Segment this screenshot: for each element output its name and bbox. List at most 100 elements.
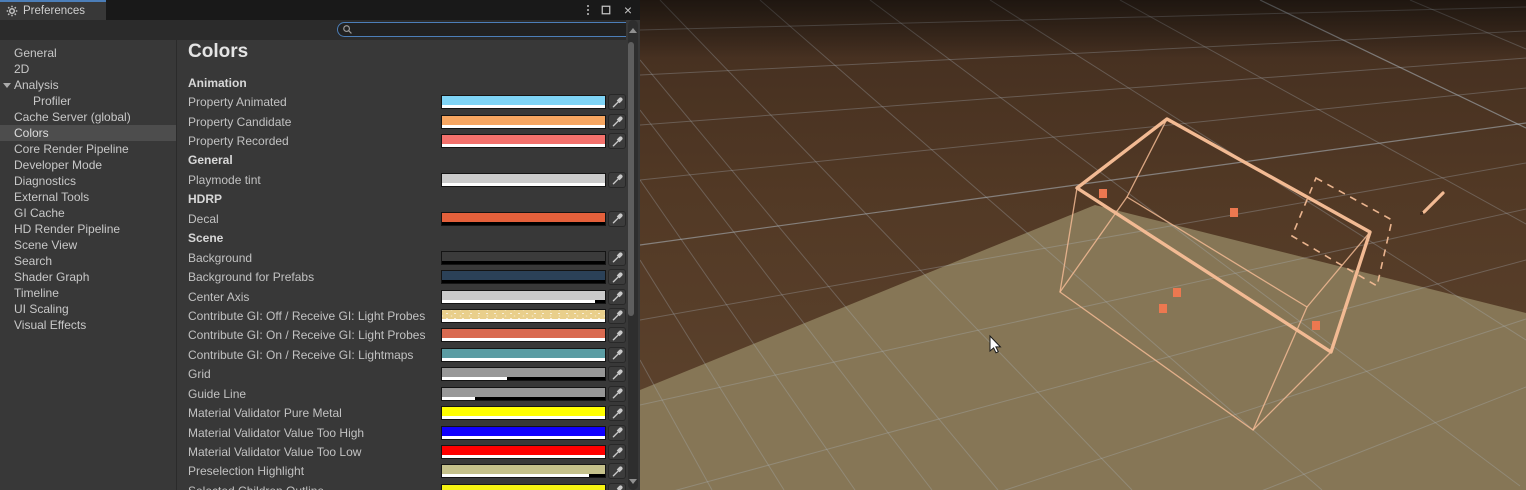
- color-label: Property Recorded: [188, 134, 441, 148]
- eyedropper-button[interactable]: [608, 94, 626, 110]
- color-swatch[interactable]: [441, 173, 606, 187]
- color-row: Property Animated: [177, 92, 626, 111]
- sidebar-item-label: HD Render Pipeline: [14, 222, 120, 236]
- expander-triangle-icon[interactable]: [3, 83, 11, 88]
- color-swatch[interactable]: [441, 270, 606, 284]
- color-row: Material Validator Value Too High: [177, 423, 626, 442]
- sidebar-item-hd-render-pipeline[interactable]: HD Render Pipeline: [0, 221, 176, 237]
- sidebar-item-label: General: [14, 46, 57, 60]
- preferences-window: Preferences × General2DAnalysisProfilerC…: [0, 0, 640, 490]
- eyedropper-button[interactable]: [608, 483, 626, 490]
- color-label: Background for Prefabs: [188, 270, 441, 284]
- eyedropper-icon: [611, 465, 624, 478]
- eyedropper-button[interactable]: [608, 366, 626, 382]
- eyedropper-button[interactable]: [608, 133, 626, 149]
- color-row: Material Validator Value Too Low: [177, 442, 626, 461]
- eyedropper-icon: [611, 407, 624, 420]
- color-swatch[interactable]: [441, 348, 606, 362]
- eyedropper-icon: [611, 484, 624, 490]
- sidebar-item-gi-cache[interactable]: GI Cache: [0, 205, 176, 221]
- eyedropper-icon: [611, 309, 624, 322]
- sidebar-item-label: Analysis: [14, 78, 59, 92]
- color-label: Center Axis: [188, 290, 441, 304]
- eyedropper-button[interactable]: [608, 269, 626, 285]
- eyedropper-icon: [611, 446, 624, 459]
- eyedropper-button[interactable]: [608, 327, 626, 343]
- sidebar-item-label: Colors: [14, 126, 49, 140]
- color-label: Material Validator Value Too Low: [188, 445, 441, 459]
- eyedropper-button[interactable]: [608, 463, 626, 479]
- eyedropper-button[interactable]: [608, 425, 626, 441]
- eyedropper-button[interactable]: [608, 386, 626, 402]
- color-swatch[interactable]: [441, 445, 606, 459]
- eyedropper-button[interactable]: [608, 308, 626, 324]
- color-row: Decal: [177, 209, 626, 228]
- sidebar-item-visual-effects[interactable]: Visual Effects: [0, 317, 176, 333]
- color-swatch[interactable]: [441, 290, 606, 304]
- sidebar-item-scene-view[interactable]: Scene View: [0, 237, 176, 253]
- color-swatch[interactable]: [441, 328, 606, 342]
- preferences-tab[interactable]: Preferences: [0, 0, 106, 20]
- color-swatch[interactable]: [441, 212, 606, 226]
- sidebar-item-label: 2D: [14, 62, 29, 76]
- color-row: Contribute GI: On / Receive GI: Lightmap…: [177, 345, 626, 364]
- search-field[interactable]: [337, 22, 637, 37]
- sidebar-item-developer-mode[interactable]: Developer Mode: [0, 157, 176, 173]
- sidebar-item-2d[interactable]: 2D: [0, 61, 176, 77]
- eyedropper-button[interactable]: [608, 444, 626, 460]
- eyedropper-button[interactable]: [608, 172, 626, 188]
- color-swatch[interactable]: [441, 251, 606, 265]
- sidebar-item-label: Shader Graph: [14, 270, 89, 284]
- color-swatch[interactable]: [441, 484, 606, 490]
- sidebar-item-profiler[interactable]: Profiler: [0, 93, 176, 109]
- eyedropper-button[interactable]: [608, 289, 626, 305]
- scrollbar-thumb[interactable]: [628, 42, 634, 316]
- window-menu-kebab-icon[interactable]: [585, 3, 591, 17]
- color-swatch[interactable]: [441, 367, 606, 381]
- sidebar-item-search[interactable]: Search: [0, 253, 176, 269]
- sidebar-item-general[interactable]: General: [0, 45, 176, 61]
- color-label: Contribute GI: Off / Receive GI: Light P…: [188, 309, 441, 323]
- scroll-up-arrow-icon[interactable]: [629, 28, 637, 33]
- color-swatch[interactable]: [441, 426, 606, 440]
- eyedropper-icon: [611, 173, 624, 186]
- sidebar-item-label: Search: [14, 254, 52, 268]
- sidebar-item-ui-scaling[interactable]: UI Scaling: [0, 301, 176, 317]
- color-label: Contribute GI: On / Receive GI: Lightmap…: [188, 348, 441, 362]
- eyedropper-button[interactable]: [608, 347, 626, 363]
- color-swatch[interactable]: [441, 134, 606, 148]
- sidebar-item-analysis[interactable]: Analysis: [0, 77, 176, 93]
- color-swatch[interactable]: [441, 115, 606, 129]
- sidebar-item-shader-graph[interactable]: Shader Graph: [0, 269, 176, 285]
- sidebar-item-external-tools[interactable]: External Tools: [0, 189, 176, 205]
- color-swatch[interactable]: [441, 309, 606, 323]
- window-titlebar: Preferences ×: [0, 0, 640, 20]
- vertical-scrollbar[interactable]: [626, 20, 640, 490]
- eyedropper-button[interactable]: [608, 114, 626, 130]
- sidebar-item-diagnostics[interactable]: Diagnostics: [0, 173, 176, 189]
- sidebar-item-cache-server-global-[interactable]: Cache Server (global): [0, 109, 176, 125]
- search-input[interactable]: [356, 24, 636, 36]
- color-row: Selected Children Outline: [177, 481, 626, 490]
- scroll-down-arrow-icon[interactable]: [629, 479, 637, 484]
- eyedropper-button[interactable]: [608, 405, 626, 421]
- color-label: Property Candidate: [188, 115, 441, 129]
- sidebar-item-colors[interactable]: Colors: [0, 125, 176, 141]
- color-swatch[interactable]: [441, 95, 606, 109]
- close-button[interactable]: ×: [621, 2, 635, 18]
- color-swatch[interactable]: [441, 406, 606, 420]
- eyedropper-button[interactable]: [608, 250, 626, 266]
- color-swatch[interactable]: [441, 464, 606, 478]
- sidebar-item-core-render-pipeline[interactable]: Core Render Pipeline: [0, 141, 176, 157]
- scene-view[interactable]: [640, 0, 1526, 490]
- color-row: Center Axis: [177, 287, 626, 306]
- maximize-button[interactable]: [599, 2, 613, 18]
- color-rows: AnimationProperty Animated Property Cand…: [177, 73, 626, 490]
- sidebar-item-timeline[interactable]: Timeline: [0, 285, 176, 301]
- eyedropper-button[interactable]: [608, 211, 626, 227]
- window-title: Preferences: [23, 5, 85, 17]
- eyedropper-icon: [611, 271, 624, 284]
- color-swatch[interactable]: [441, 387, 606, 401]
- maximize-icon: [601, 5, 611, 15]
- color-row: Contribute GI: Off / Receive GI: Light P…: [177, 306, 626, 325]
